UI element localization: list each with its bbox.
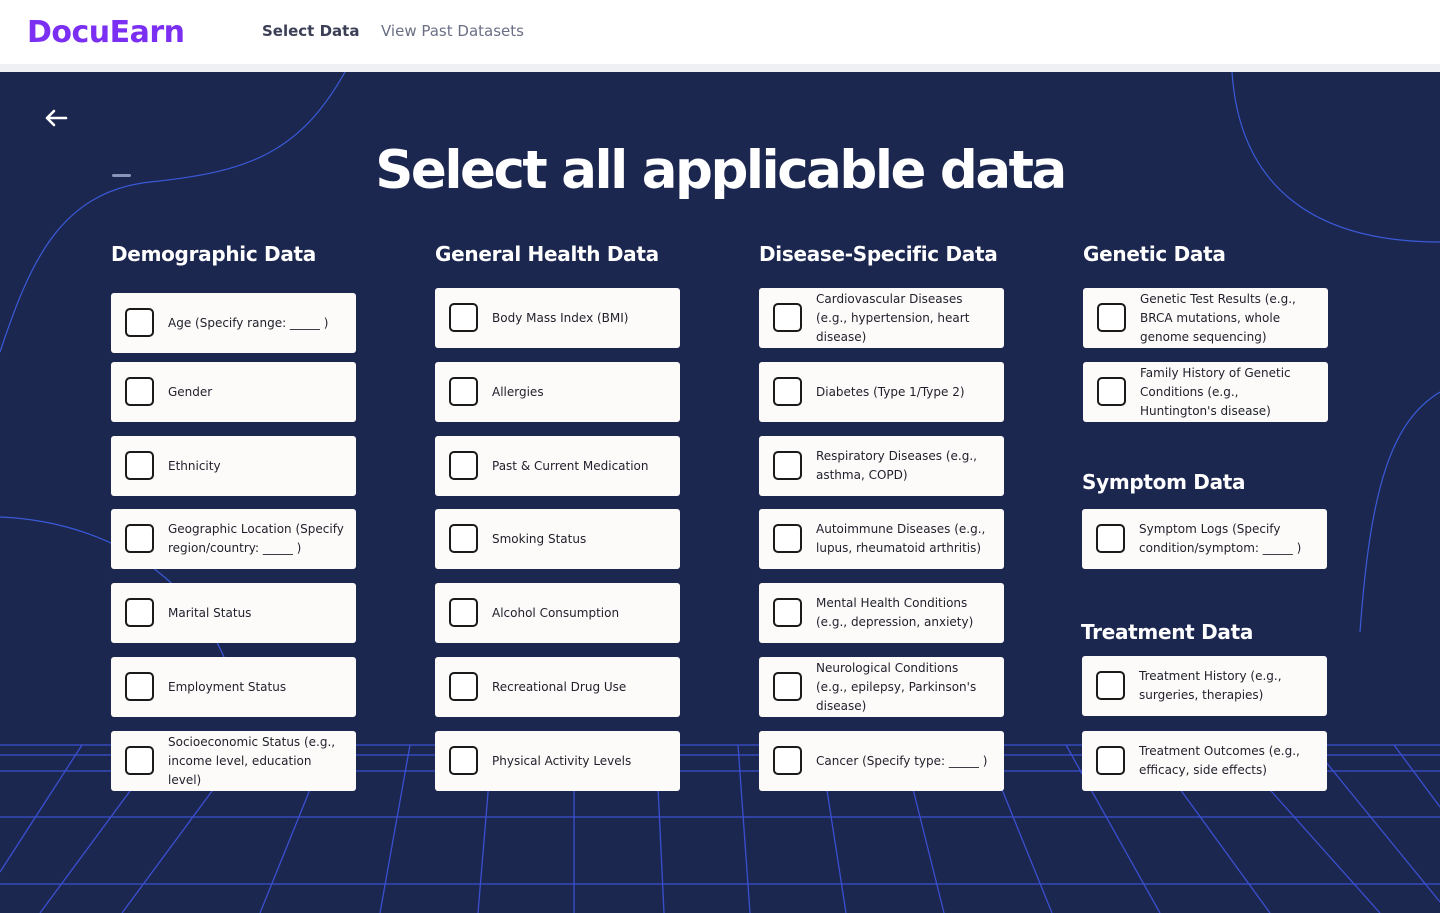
option-bmi[interactable]: Body Mass Index (BMI) (435, 288, 680, 348)
checkbox[interactable] (773, 598, 802, 627)
option-label: Marital Status (168, 605, 252, 620)
option-marital-status[interactable]: Marital Status (111, 583, 356, 643)
option-label: Geographic Location (Specify region/coun… (168, 522, 344, 555)
checkbox[interactable] (449, 377, 478, 406)
option-label: Allergies (492, 384, 544, 399)
option-label: Respiratory Diseases (e.g., asthma, COPD… (816, 449, 977, 482)
page-title: Select all applicable data (375, 140, 1067, 201)
option-label: Body Mass Index (BMI) (492, 310, 629, 325)
heading-symptom-data: Symptom Data (1082, 470, 1246, 494)
checkbox[interactable] (773, 524, 802, 553)
option-label: Socioeconomic Status (e.g., income level… (168, 734, 336, 787)
option-label: Ethnicity (168, 458, 221, 473)
option-socioeconomic-status[interactable]: Socioeconomic Status (e.g., income level… (111, 731, 356, 791)
option-label: Genetic Test Results (e.g., BRCA mutatio… (1140, 291, 1296, 344)
option-geographic-location[interactable]: Geographic Location (Specify region/coun… (111, 509, 356, 569)
option-genetic-test-results[interactable]: Genetic Test Results (e.g., BRCA mutatio… (1083, 288, 1328, 348)
logo-text: DocuEarn (27, 14, 185, 50)
checkbox[interactable] (125, 746, 154, 775)
checkbox[interactable] (1096, 524, 1125, 553)
option-diabetes[interactable]: Diabetes (Type 1/Type 2) (759, 362, 1004, 422)
checkbox[interactable] (1097, 377, 1126, 406)
nav-select-data[interactable]: Select Data (262, 22, 359, 40)
checkbox[interactable] (1096, 671, 1125, 700)
option-label: Treatment History (e.g., surgeries, ther… (1139, 669, 1282, 702)
option-symptom-logs[interactable]: Symptom Logs (Specify condition/symptom:… (1082, 509, 1327, 569)
checkbox[interactable] (773, 377, 802, 406)
option-ethnicity[interactable]: Ethnicity (111, 436, 356, 496)
option-respiratory[interactable]: Respiratory Diseases (e.g., asthma, COPD… (759, 436, 1004, 496)
checkbox[interactable] (449, 524, 478, 553)
checkbox[interactable] (773, 746, 802, 775)
checkbox[interactable] (773, 672, 802, 701)
checkbox[interactable] (125, 308, 154, 337)
checkbox[interactable] (1097, 303, 1126, 332)
checkbox[interactable] (449, 451, 478, 480)
option-medication[interactable]: Past & Current Medication (435, 436, 680, 496)
checkbox[interactable] (449, 672, 478, 701)
arrow-left-icon[interactable] (42, 106, 70, 130)
option-label: Diabetes (Type 1/Type 2) (816, 384, 965, 399)
checkbox[interactable] (125, 598, 154, 627)
checkbox[interactable] (1096, 746, 1125, 775)
option-physical-activity[interactable]: Physical Activity Levels (435, 731, 680, 791)
option-label: Autoimmune Diseases (e.g., lupus, rheuma… (816, 522, 986, 555)
topbar-divider (0, 64, 1440, 72)
option-label: Age (Specify range: _____ ) (168, 315, 329, 330)
option-recreational-drug-use[interactable]: Recreational Drug Use (435, 657, 680, 717)
heading-treatment-data: Treatment Data (1081, 620, 1254, 644)
option-label: Recreational Drug Use (492, 679, 627, 694)
checkbox[interactable] (125, 672, 154, 701)
checkbox[interactable] (125, 451, 154, 480)
top-navigation-bar: DocuEarn Select Data View Past Datasets (0, 0, 1440, 64)
option-label: Physical Activity Levels (492, 753, 632, 768)
option-label: Cardiovascular Diseases (e.g., hypertens… (816, 291, 970, 344)
docuearn-logo[interactable]: DocuEarn (27, 12, 185, 52)
option-label: Mental Health Conditions (e.g., depressi… (816, 596, 974, 629)
option-cardiovascular[interactable]: Cardiovascular Diseases (e.g., hypertens… (759, 288, 1004, 348)
heading-disease-specific-data: Disease-Specific Data (759, 242, 998, 266)
checkbox[interactable] (449, 303, 478, 332)
heading-genetic-data: Genetic Data (1083, 242, 1226, 266)
option-employment-status[interactable]: Employment Status (111, 657, 356, 717)
option-cancer[interactable]: Cancer (Specify type: _____ ) (759, 731, 1004, 791)
option-neurological[interactable]: Neurological Conditions (e.g., epilepsy,… (759, 657, 1004, 717)
option-label: Gender (168, 384, 213, 399)
option-label: Treatment Outcomes (e.g., efficacy, side… (1139, 744, 1300, 777)
option-age[interactable]: Age (Specify range: _____ ) (111, 293, 356, 353)
checkbox[interactable] (449, 746, 478, 775)
option-smoking-status[interactable]: Smoking Status (435, 509, 680, 569)
checkbox[interactable] (773, 303, 802, 332)
option-family-history[interactable]: Family History of Genetic Conditions (e.… (1083, 362, 1328, 422)
option-treatment-outcomes[interactable]: Treatment Outcomes (e.g., efficacy, side… (1082, 731, 1327, 791)
checkbox[interactable] (773, 451, 802, 480)
option-gender[interactable]: Gender (111, 362, 356, 422)
option-label: Cancer (Specify type: _____ ) (816, 753, 988, 768)
option-allergies[interactable]: Allergies (435, 362, 680, 422)
option-label: Neurological Conditions (e.g., epilepsy,… (816, 660, 977, 713)
heading-demographic-data: Demographic Data (111, 242, 317, 266)
checkbox[interactable] (125, 377, 154, 406)
heading-general-health-data: General Health Data (435, 242, 659, 266)
option-treatment-history[interactable]: Treatment History (e.g., surgeries, ther… (1082, 656, 1327, 716)
checkbox[interactable] (449, 598, 478, 627)
checkbox[interactable] (125, 524, 154, 553)
option-label: Alcohol Consumption (492, 605, 620, 620)
option-alcohol-consumption[interactable]: Alcohol Consumption (435, 583, 680, 643)
option-label: Past & Current Medication (492, 458, 649, 473)
nav-view-past-datasets[interactable]: View Past Datasets (381, 22, 524, 40)
option-label: Symptom Logs (Specify condition/symptom:… (1139, 522, 1302, 555)
option-label: Smoking Status (492, 531, 587, 546)
option-mental-health[interactable]: Mental Health Conditions (e.g., depressi… (759, 583, 1004, 643)
option-label: Employment Status (168, 679, 287, 694)
option-label: Family History of Genetic Conditions (e.… (1140, 365, 1291, 418)
option-autoimmune[interactable]: Autoimmune Diseases (e.g., lupus, rheuma… (759, 509, 1004, 569)
